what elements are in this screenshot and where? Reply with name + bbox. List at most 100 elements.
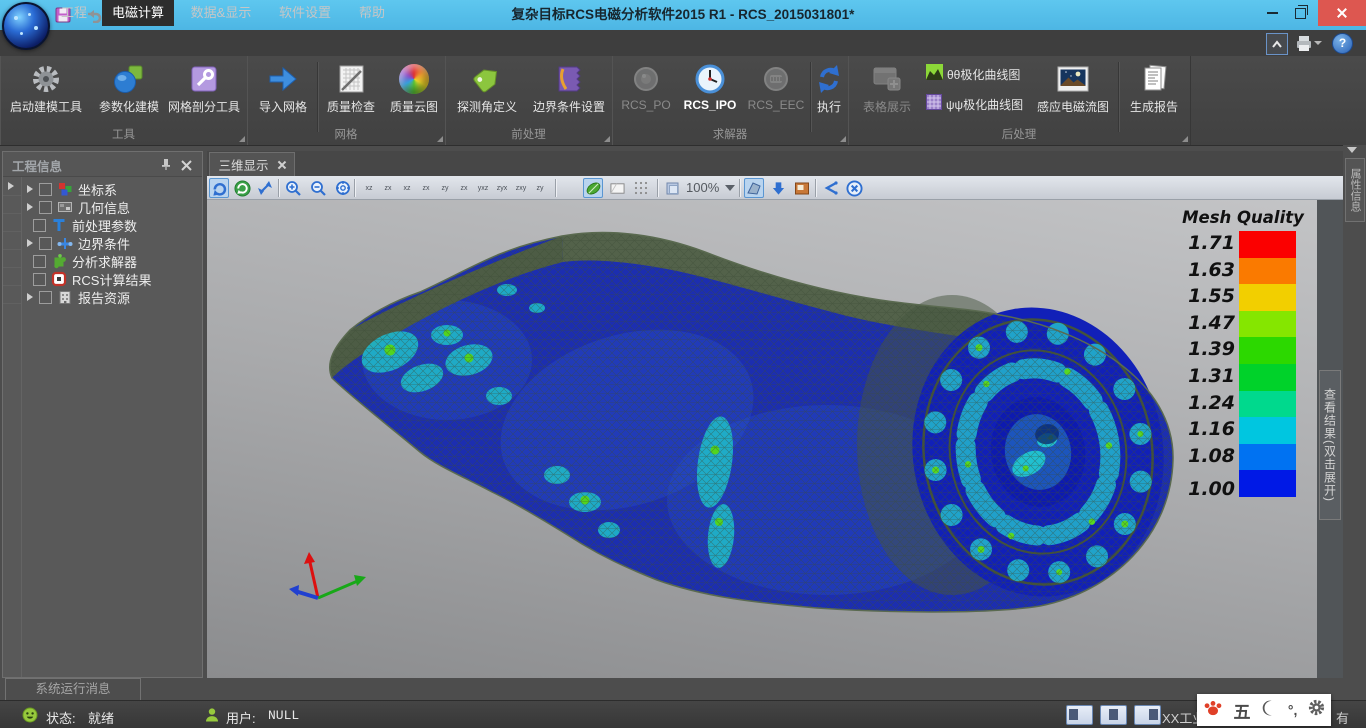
scale-box-icon[interactable]: [663, 178, 683, 198]
zoom-out-icon[interactable]: [308, 178, 328, 198]
restore-button[interactable]: [1286, 0, 1314, 26]
view-preset-icon[interactable]: zx: [416, 178, 436, 198]
tree-checkbox[interactable]: [33, 219, 46, 232]
tree-checkbox[interactable]: [39, 291, 52, 304]
view-preset-icon[interactable]: zxy: [511, 178, 531, 198]
meshing-tool-button[interactable]: 网格剖分工具: [164, 58, 244, 122]
boundary-condition-button[interactable]: 边界条件设置: [529, 58, 609, 122]
pan-zoom-arrow-icon[interactable]: [255, 178, 275, 198]
tab-data-display[interactable]: 数据&显示: [180, 0, 262, 26]
tree-checkbox[interactable]: [39, 183, 52, 196]
view-preset-icon[interactable]: zyx: [492, 178, 512, 198]
ribbon-collapse-button[interactable]: [1266, 33, 1288, 55]
launch-modeling-tool-button[interactable]: 启动建模工具: [6, 58, 86, 122]
import-mesh-button[interactable]: 导入网格: [251, 58, 315, 122]
plane-icon[interactable]: [607, 178, 627, 198]
tab-em-compute[interactable]: 电磁计算: [102, 0, 174, 26]
help-icon[interactable]: ?: [1332, 33, 1353, 54]
status-bar: 状态: 就绪 用户: NULL XX工业 有: [0, 700, 1366, 728]
parametric-modeling-button[interactable]: 参数化建模: [90, 58, 168, 122]
polygon-select-icon[interactable]: [744, 178, 764, 198]
induction-current-map-button[interactable]: 感应电磁流图: [1032, 58, 1114, 122]
zoom-fit-icon[interactable]: [333, 178, 353, 198]
shaded-leaf-icon[interactable]: [583, 178, 603, 198]
close-button[interactable]: [1318, 0, 1366, 26]
ime-toolbar[interactable]: 五 °,: [1197, 694, 1331, 726]
tree-item-analysis-solver[interactable]: 分析求解器: [33, 252, 137, 270]
group-expander[interactable]: [437, 136, 443, 142]
table-display-button[interactable]: 表格展示: [852, 58, 922, 122]
group-expander[interactable]: [840, 136, 846, 142]
probe-angle-button[interactable]: 探测角定义: [449, 58, 525, 122]
tab-close-icon[interactable]: [277, 160, 286, 169]
rcs-eec-button[interactable]: RCS_EEC: [744, 58, 808, 122]
view-preset-icon[interactable]: yxz: [473, 178, 493, 198]
quality-cloud-button[interactable]: 质量云图: [385, 58, 443, 122]
expander-arrow-icon[interactable]: [27, 293, 33, 301]
zoom-level-dropdown-icon[interactable]: [725, 185, 735, 191]
share-arrow-icon[interactable]: [821, 178, 841, 198]
tree-gutter: [3, 177, 22, 677]
tree-checkbox[interactable]: [33, 255, 46, 268]
app-logo: [2, 2, 50, 50]
results-dock-strip: 查看结果(双击展开): [1317, 200, 1343, 678]
viewport-3d-canvas[interactable]: Mesh Quality 1.71 1.63 1.55 1.47 1.39 1.…: [207, 200, 1317, 678]
tree-item-coordinate-system[interactable]: 坐标系: [21, 180, 117, 198]
layout-right-button[interactable]: [1134, 705, 1161, 725]
tab-3d-display[interactable]: 三维显示: [209, 152, 295, 176]
group-expander[interactable]: [1182, 136, 1188, 142]
view-preset-icon[interactable]: zx: [454, 178, 474, 198]
tree-item-report-resources[interactable]: 报告资源: [21, 288, 130, 306]
ime-logo-paw-icon[interactable]: [1202, 697, 1224, 724]
properties-tab[interactable]: 属性信息: [1345, 158, 1365, 222]
tree-item-preprocess-params[interactable]: 前处理参数: [33, 216, 137, 234]
pin-icon[interactable]: [159, 157, 173, 176]
gutter-expand-arrow[interactable]: [8, 182, 14, 190]
tab-software-settings[interactable]: 软件设置: [268, 0, 342, 26]
view-preset-icon[interactable]: zy: [530, 178, 550, 198]
zoom-in-icon[interactable]: [283, 178, 303, 198]
group-expander[interactable]: [604, 136, 610, 142]
layout-left-button[interactable]: [1066, 705, 1093, 725]
group-expander[interactable]: [239, 136, 245, 142]
rotate-tool-icon[interactable]: [209, 178, 229, 198]
close-circle-icon[interactable]: [844, 178, 864, 198]
tree-checkbox[interactable]: [33, 273, 46, 286]
tree-checkbox[interactable]: [39, 201, 52, 214]
window-capture-icon[interactable]: [792, 178, 812, 198]
expander-arrow-icon[interactable]: [27, 239, 33, 247]
tree-item-boundary-conditions[interactable]: 边界条件: [21, 234, 130, 252]
rcs-po-button[interactable]: RCS_PO: [616, 58, 676, 122]
arrow-down-icon[interactable]: [768, 178, 788, 198]
panel-close-icon[interactable]: [181, 158, 192, 176]
expander-arrow-icon[interactable]: [27, 203, 33, 211]
view-results-tab[interactable]: 查看结果(双击展开): [1319, 370, 1341, 520]
print-style-button[interactable]: [1294, 33, 1324, 53]
tree-item-rcs-results[interactable]: RCS计算结果: [33, 270, 151, 288]
tab-project[interactable]: 工程: [48, 0, 100, 26]
moon-icon[interactable]: [1260, 699, 1278, 722]
legend-row: 1.31: [1175, 364, 1311, 391]
separator: [317, 62, 318, 132]
view-preset-icon[interactable]: xz: [359, 178, 379, 198]
ime-punctuation-key[interactable]: °,: [1288, 702, 1298, 718]
minimize-button[interactable]: [1258, 0, 1286, 26]
viewport-menu-arrow[interactable]: [1347, 147, 1357, 153]
view-preset-icon[interactable]: zy: [435, 178, 455, 198]
layout-center-button[interactable]: [1100, 705, 1127, 725]
tree-item-geometry-info[interactable]: 几何信息: [21, 198, 130, 216]
quality-check-button[interactable]: 质量检查: [319, 58, 383, 122]
tree-checkbox[interactable]: [39, 237, 52, 250]
ime-mode-key[interactable]: 五: [1234, 698, 1251, 723]
ime-settings-gear-icon[interactable]: [1307, 698, 1326, 722]
orbit-tool-icon[interactable]: [232, 178, 252, 198]
view-preset-icon[interactable]: zx: [378, 178, 398, 198]
execute-button[interactable]: 执行: [812, 58, 846, 122]
expander-arrow-icon[interactable]: [27, 185, 33, 193]
generate-report-button[interactable]: 生成报告: [1122, 58, 1186, 122]
view-preset-icon[interactable]: xz: [397, 178, 417, 198]
system-messages-tab[interactable]: 系统运行消息: [5, 678, 141, 700]
rcs-ipo-button[interactable]: RCS_IPO: [678, 58, 742, 122]
grid-points-icon[interactable]: [631, 178, 651, 198]
tab-help[interactable]: 帮助: [348, 0, 396, 26]
